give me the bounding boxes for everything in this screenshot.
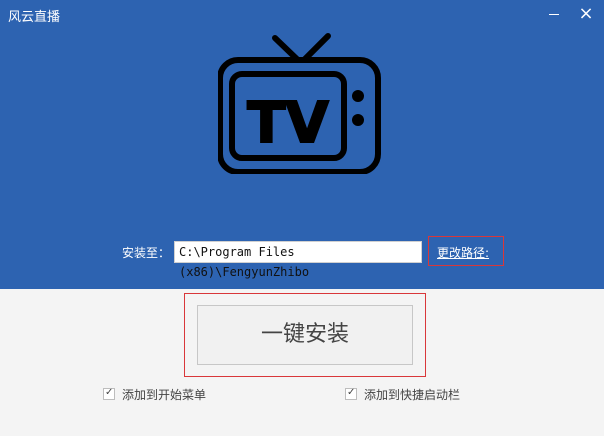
- one-click-install-button[interactable]: 一键安装: [197, 305, 413, 365]
- installer-window: 风云直播 × TV 安装至： C:\Program Files (x86)\Fe…: [0, 0, 604, 436]
- logo-text: TV: [247, 91, 329, 156]
- close-icon: ×: [578, 3, 594, 24]
- window-title: 风云直播: [8, 10, 61, 25]
- start-menu-checkbox[interactable]: ✓: [103, 387, 115, 400]
- checkmark-icon: ✓: [347, 387, 356, 398]
- install-path-label: 安装至：: [122, 246, 171, 260]
- change-path-link[interactable]: 更改路径:: [437, 244, 489, 261]
- minimize-button[interactable]: [544, 4, 564, 24]
- minimize-icon: [549, 14, 559, 15]
- checkmark-icon: ✓: [105, 387, 114, 398]
- install-path-input[interactable]: C:\Program Files (x86)\FengyunZhibo: [174, 241, 422, 279]
- tv-icon: TV: [218, 33, 381, 174]
- start-menu-label: 添加到开始菜单: [122, 388, 207, 402]
- header-panel: 风云直播 × TV 安装至： C:\Program Files (x86)\Fe…: [0, 0, 604, 289]
- quick-launch-checkbox[interactable]: ✓: [345, 387, 357, 400]
- close-button[interactable]: ×: [576, 4, 596, 24]
- quick-launch-label: 添加到快捷启动栏: [364, 388, 461, 402]
